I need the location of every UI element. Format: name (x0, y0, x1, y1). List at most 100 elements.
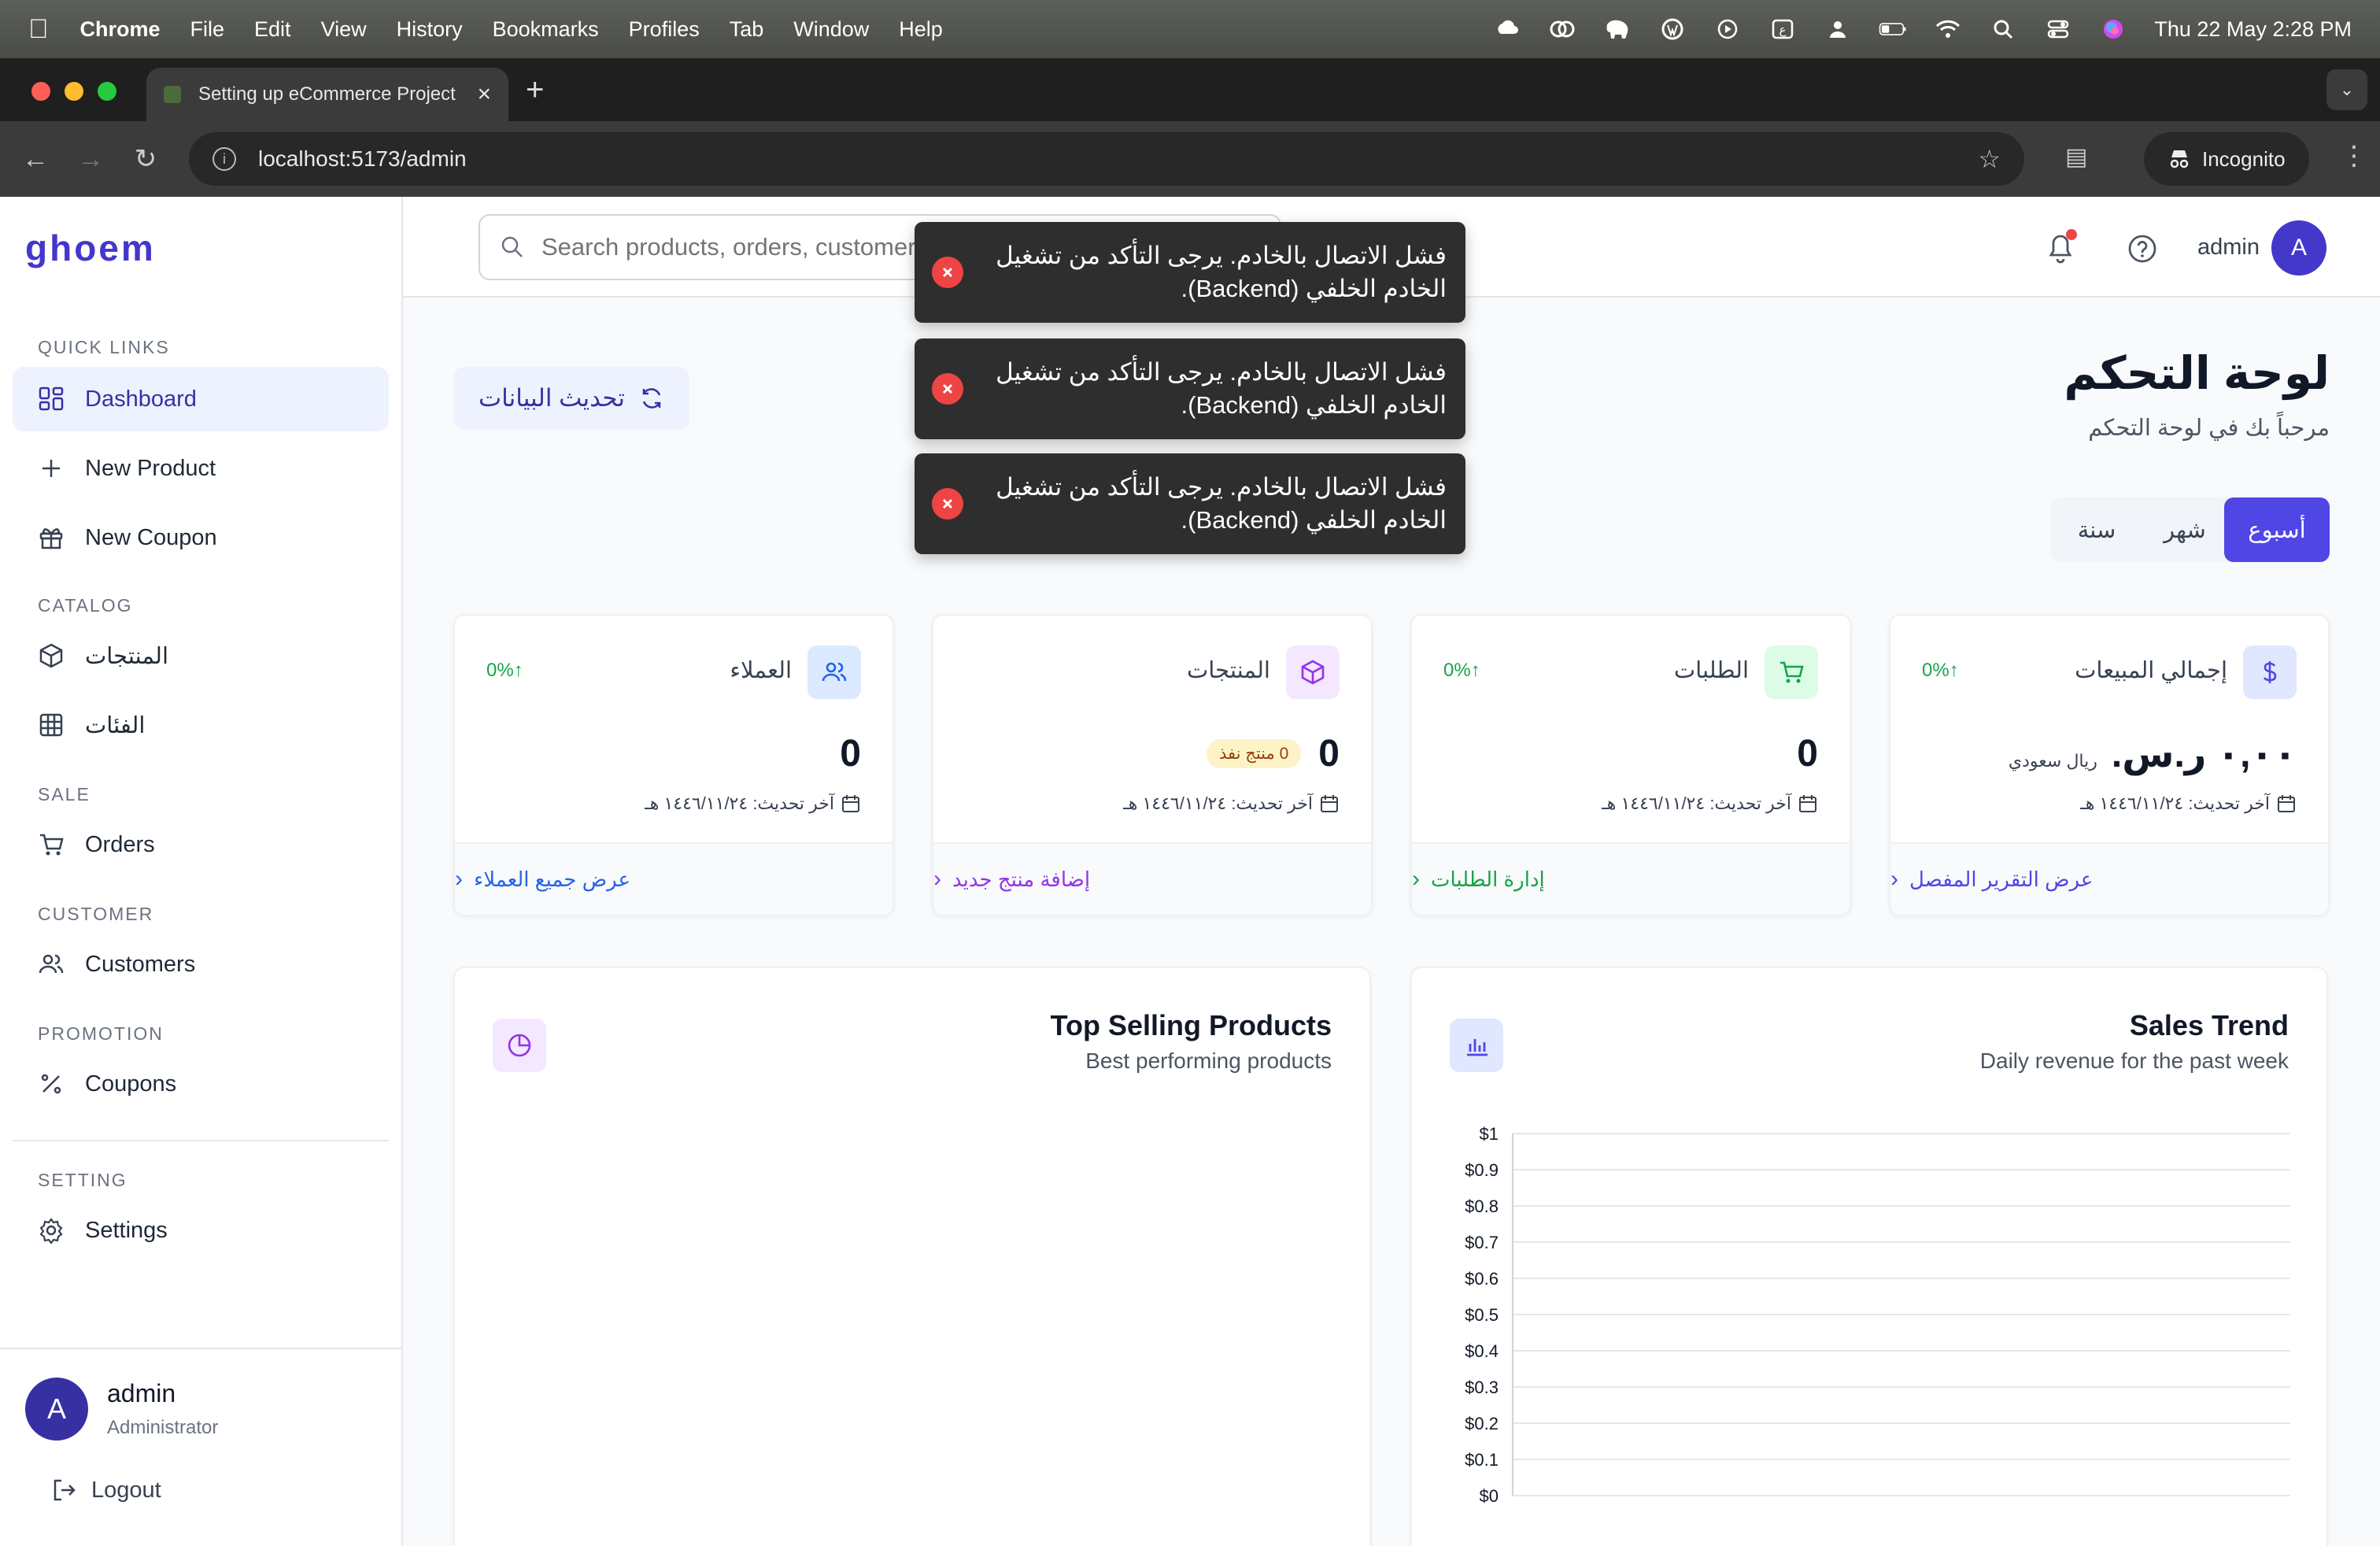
incognito-label: Incognito (2202, 146, 2286, 171)
y-tick-label: $0 (1480, 1486, 1499, 1506)
sidebar-item-coupons[interactable]: Coupons (13, 1052, 389, 1116)
stat-card-customers: العملاء 0%↑ 0 آخر تحديث: ١٤٤٦/١١/٢٤ هـ ع… (453, 614, 894, 916)
sidebar-item-new-coupon[interactable]: New Coupon (13, 505, 389, 570)
period-month-button[interactable]: شهر (2145, 497, 2224, 562)
bookmark-star-icon[interactable]: ☆ (1978, 144, 2001, 174)
sidebar-item-new-product[interactable]: New Product (13, 436, 389, 501)
bell-icon (2049, 229, 2077, 264)
stat-updated: آخر تحديث: ١٤٤٦/١١/٢٤ هـ (645, 793, 861, 814)
address-bar[interactable]: i localhost:5173/admin ☆ (189, 132, 2024, 186)
window-minimize-button[interactable] (65, 82, 83, 101)
sidebar-item-dashboard[interactable]: Dashboard (13, 367, 389, 431)
stat-card-orders: الطلبات 0%↑ 0 آخر تحديث: ١٤٤٦/١١/٢٤ هـ إ… (1410, 614, 1851, 916)
wordpress-icon[interactable] (1658, 15, 1687, 43)
user-account-icon[interactable] (1824, 15, 1852, 43)
stat-value: 0 (1318, 733, 1340, 775)
error-icon (932, 488, 963, 520)
grid-icon (39, 713, 63, 737)
period-year-button[interactable]: سنة (2057, 497, 2136, 562)
menu-help[interactable]: Help (899, 17, 943, 42)
period-week-button[interactable]: أسبوع (2224, 497, 2330, 562)
new-tab-icon[interactable]: + (526, 72, 544, 108)
stat-label: إجمالي المبيعات (2075, 658, 2227, 683)
back-icon[interactable]: ← (8, 144, 63, 175)
sidebar-user-panel: A admin Administrator Logout (0, 1348, 401, 1546)
section-quick-links: QUICK LINKS (38, 337, 170, 357)
y-tick-label: $0.1 (1465, 1450, 1499, 1470)
error-toast[interactable]: فشل الاتصال بالخادم. يرجى التأكد من تشغي… (915, 338, 1465, 439)
apple-icon[interactable]:  (28, 14, 49, 45)
tab-close-icon[interactable]: × (477, 81, 491, 108)
menu-window[interactable]: Window (793, 17, 869, 42)
forward-icon[interactable]: → (63, 144, 118, 175)
logout-button[interactable]: Logout (50, 1477, 161, 1503)
error-toast[interactable]: فشل الاتصال بالخادم. يرجى التأكد من تشغي… (915, 222, 1465, 323)
menu-bar-clock[interactable]: Thu 22 May 2:28 PM (2154, 17, 2352, 42)
stat-change: 0%↑ (1443, 660, 1480, 681)
sidebar-item-label: Coupons (85, 1071, 177, 1097)
view-customers-link[interactable]: عرض جميع العملاء ‹ (455, 842, 893, 915)
help-button[interactable] (2127, 233, 2158, 268)
sidebar-item-customers[interactable]: Customers (13, 932, 389, 997)
input-source-icon[interactable]: ع (1768, 15, 1797, 43)
cloud-status-icon[interactable] (1493, 15, 1521, 43)
reload-icon[interactable]: ↻ (118, 143, 173, 175)
sales-trend-chart: $1 $0.9 $0.8 $0.7 $0.6 $0.5 $0.4 $0.3 $0.2 $0.1 $0 (1465, 1124, 2290, 1506)
menu-profiles[interactable]: Profiles (629, 17, 700, 42)
creative-cloud-icon[interactable] (1548, 15, 1576, 43)
wifi-icon[interactable] (1934, 15, 1962, 43)
cart-icon (1765, 645, 1818, 699)
menu-tab[interactable]: Tab (730, 17, 764, 42)
refresh-label: تحديث البيانات (479, 384, 626, 412)
sidebar-item-settings[interactable]: Settings (13, 1198, 389, 1263)
battery-icon[interactable] (1879, 15, 1907, 43)
sidebar-item-products[interactable]: المنتجات (13, 623, 389, 688)
menu-chrome[interactable]: Chrome (80, 17, 161, 42)
add-product-link[interactable]: إضافة منتج جديد ‹ (933, 842, 1371, 915)
sidebar-item-categories[interactable]: الفئات (13, 693, 389, 757)
refresh-data-button[interactable]: تحديث البيانات (453, 367, 690, 430)
topbar-user-name[interactable]: admin (2197, 235, 2260, 261)
brand-logo[interactable]: ghoem (25, 227, 156, 269)
menu-file[interactable]: File (190, 17, 225, 42)
topbar-avatar[interactable]: A (2271, 220, 2326, 276)
notifications-button[interactable] (2045, 228, 2079, 270)
control-center-icon[interactable] (2044, 15, 2072, 43)
site-info-icon[interactable]: i (213, 147, 236, 171)
y-tick-label: $0.3 (1465, 1378, 1499, 1397)
chevron-left-icon: ‹ (933, 866, 941, 892)
window-close-button[interactable] (31, 82, 50, 101)
browser-tab[interactable]: Setting up eCommerce Project × (146, 68, 508, 121)
error-toast[interactable]: فشل الاتصال بالخادم. يرجى التأكد من تشغي… (915, 453, 1465, 554)
reading-mode-icon[interactable]: ▤ (2065, 143, 2087, 171)
stat-value: 0 (840, 733, 861, 775)
play-icon[interactable] (1713, 15, 1742, 43)
url-text[interactable]: localhost:5173/admin (258, 146, 467, 172)
avatar[interactable]: A (25, 1378, 88, 1441)
siri-icon[interactable] (2099, 15, 2127, 43)
sidebar-item-orders[interactable]: Orders (13, 812, 389, 877)
spotlight-search-icon[interactable] (1989, 15, 2017, 43)
menu-view[interactable]: View (321, 17, 367, 42)
y-tick-label: $1 (1480, 1124, 1499, 1144)
calendar-icon (1799, 795, 1816, 812)
menu-history[interactable]: History (397, 17, 463, 42)
macos-menu-bar:  Chrome File Edit View History Bookmark… (0, 0, 2380, 58)
elephant-icon[interactable] (1603, 15, 1632, 43)
tab-search-icon[interactable]: ⌄ (2326, 69, 2367, 110)
y-tick-label: $0.6 (1465, 1269, 1499, 1289)
view-report-link[interactable]: عرض التقرير المفصل ‹ (1890, 842, 2328, 915)
y-tick-label: $0.4 (1465, 1341, 1499, 1361)
incognito-indicator[interactable]: Incognito (2144, 132, 2309, 186)
y-tick-label: $0.7 (1465, 1233, 1499, 1252)
stat-updated: آخر تحديث: ١٤٤٦/١١/٢٤ هـ (2080, 793, 2297, 814)
manage-orders-link[interactable]: إدارة الطلبات ‹ (1412, 842, 1850, 915)
sidebar-item-label: Orders (85, 831, 155, 857)
menu-bookmarks[interactable]: Bookmarks (493, 17, 599, 42)
stat-label: العملاء (730, 658, 792, 683)
browser-menu-icon[interactable]: ⋮ (2341, 140, 2367, 172)
calendar-icon (2278, 795, 2295, 812)
stat-updated: آخر تحديث: ١٤٤٦/١١/٢٤ هـ (1602, 793, 1818, 814)
menu-edit[interactable]: Edit (254, 17, 291, 42)
window-zoom-button[interactable] (98, 82, 116, 101)
